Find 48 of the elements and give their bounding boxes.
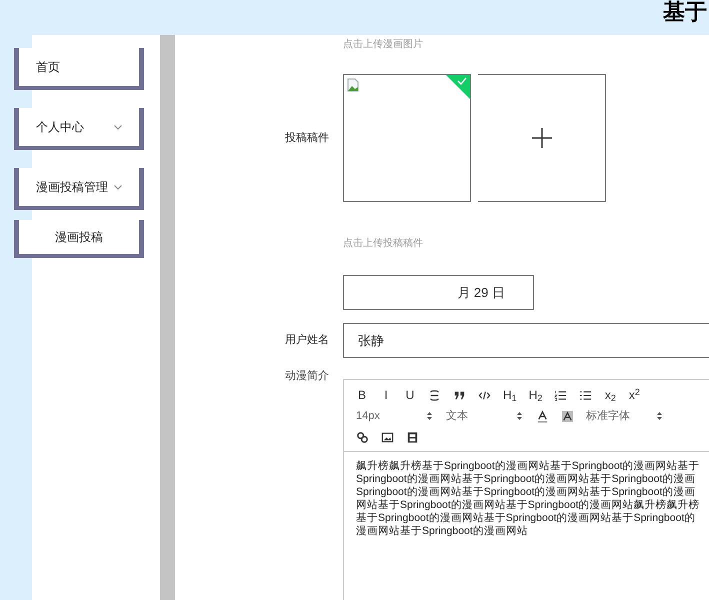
dropdown-select[interactable]: 标准字体 — [586, 408, 664, 424]
menu-item[interactable]: 漫画投稿 — [14, 220, 144, 258]
dropdown-select[interactable]: 文本 — [446, 408, 524, 424]
image-icon[interactable] — [381, 430, 394, 444]
field-label: 用户姓名 — [285, 332, 330, 348]
upload-hint: 点击上传投稿稿件 — [343, 236, 424, 251]
editor-text-line: 漫画网站基于Springboot的漫画网站 — [356, 524, 528, 538]
menu-item[interactable]: 首页 — [14, 48, 144, 90]
upload-button[interactable] — [478, 74, 606, 202]
highlight-icon[interactable] — [561, 410, 574, 422]
format-button[interactable]: H$_{1}$ — [503, 389, 517, 401]
sort-icon — [517, 412, 522, 420]
editor-text-line: 基于Springboot的漫画网站基于Springboot的漫画网站基于Springboot的 — [356, 512, 696, 524]
ordered-list-icon[interactable] — [554, 388, 568, 402]
editor-text-line: 飙升榜飙升榜基于Springboot的漫画网站基于Springboot的漫画网站基于 — [356, 460, 700, 472]
sort-icon — [657, 412, 662, 420]
link-icon[interactable] — [356, 430, 369, 444]
format-button[interactable]: B — [356, 389, 368, 401]
rich-text-editor[interactable] — [343, 378, 709, 600]
chevron-down-icon — [114, 124, 122, 130]
format-button[interactable]: x$_{2}$ — [604, 389, 616, 401]
font-color-icon[interactable] — [536, 410, 549, 422]
sort-icon — [427, 412, 432, 420]
plus-icon — [532, 128, 552, 148]
date-field[interactable]: 月 29 日 — [343, 275, 534, 310]
broken-image-icon — [347, 78, 359, 92]
editor-text-line: Springboot的漫画网站基于Springboot的漫画网站基于Springboot的漫画 — [356, 472, 696, 486]
video-icon[interactable] — [406, 430, 419, 444]
strikethrough-icon[interactable] — [428, 388, 441, 402]
dropdown-select[interactable]: 14px — [356, 408, 434, 424]
page-title: 基于 — [663, 0, 708, 24]
uploaded-file[interactable] — [343, 74, 471, 202]
format-button[interactable]: I — [380, 389, 392, 401]
menu-item[interactable]: 个人中心 — [14, 108, 144, 150]
name-field[interactable]: 张静 — [343, 323, 709, 358]
field-label: 动漫简介 — [285, 369, 330, 384]
editor-text-line: 网站基于Springboot的漫画网站基于Springboot的漫画网站飙升榜飙升榜 — [356, 498, 700, 512]
format-button[interactable]: x$^{2}$ — [628, 389, 640, 401]
success-check-icon — [446, 75, 470, 99]
chevron-down-icon — [114, 184, 122, 190]
format-button[interactable]: H$_{2}$ — [528, 389, 542, 401]
editor-text-line: Springboot的漫画网站基于Springboot的漫画网站基于Springboot的漫画 — [356, 486, 696, 498]
field-label: 投稿稿件 — [285, 130, 330, 146]
upload-hint: 点击上传漫画图片 — [343, 38, 424, 52]
code-icon[interactable] — [478, 388, 491, 402]
format-button[interactable]: U — [404, 389, 416, 401]
bullet-list-icon[interactable] — [579, 388, 592, 402]
menu-item[interactable]: 漫画投稿管理 — [14, 168, 144, 210]
